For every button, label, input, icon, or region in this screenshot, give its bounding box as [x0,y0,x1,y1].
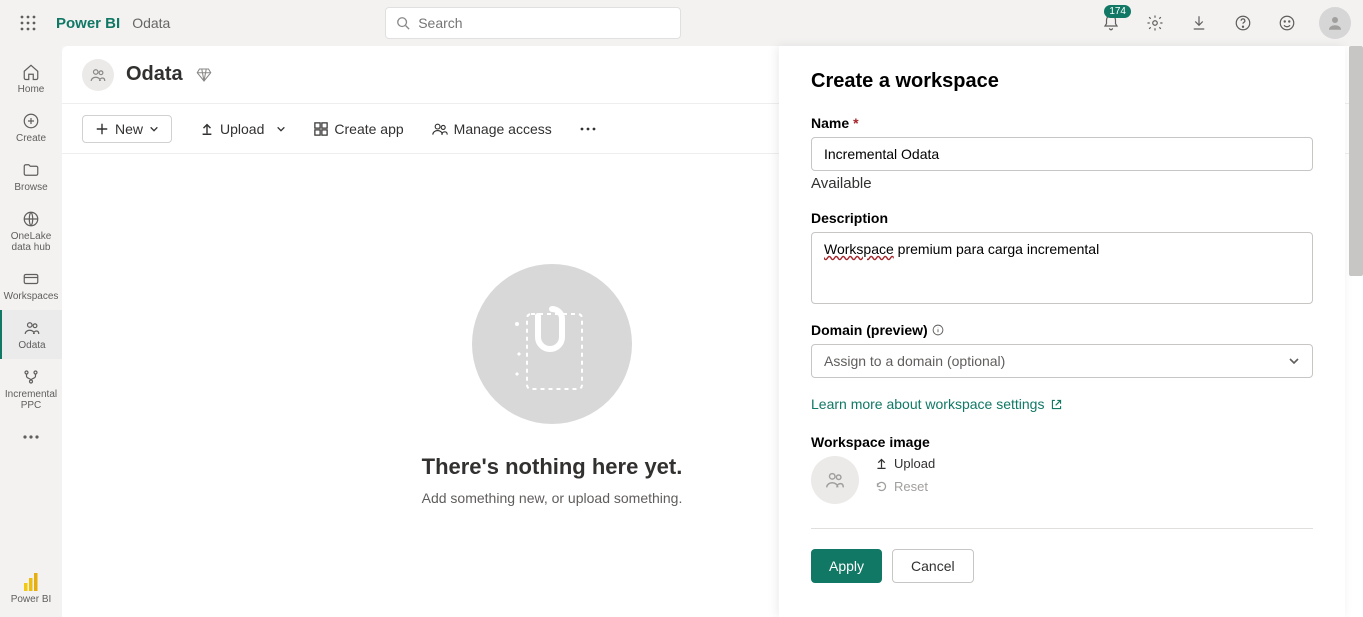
select-value: Assign to a domain (optional) [824,353,1005,369]
top-bar: Power BI Odata 174 [0,0,1363,46]
button-label: Upload [220,121,264,137]
rail-odata[interactable]: Odata [0,310,62,359]
name-input[interactable] [811,137,1313,171]
search-box[interactable] [385,7,681,39]
workspace-title: Odata [126,63,183,86]
plus-icon [95,122,109,136]
feedback-icon[interactable] [1275,11,1299,35]
rail-incremental-ppc[interactable]: Incremental PPC [0,359,62,419]
top-right-actions: 174 [1099,7,1351,39]
rail-browse[interactable]: Browse [0,152,62,201]
settings-icon[interactable] [1143,11,1167,35]
premium-diamond-icon [195,66,213,84]
powerbi-icon [21,572,41,592]
create-app-button[interactable]: Create app [314,121,403,137]
workspace-image-label: Workspace image [811,434,1313,450]
info-icon [932,324,944,336]
external-link-icon [1050,398,1063,411]
rail-workspaces[interactable]: Workspaces [0,261,62,310]
divider [811,528,1313,529]
brand-label[interactable]: Power BI [56,15,120,32]
onelake-icon [21,209,41,229]
scrollbar[interactable] [1349,46,1363,276]
workspace-image-row: Upload Reset [811,456,1313,504]
chevron-down-icon [149,124,159,134]
branch-icon [21,367,41,387]
new-button[interactable]: New [82,115,172,143]
search-input[interactable] [418,15,670,31]
button-label: Create app [334,121,403,137]
more-button[interactable] [580,127,596,131]
name-label: Name* [811,115,1313,131]
reset-icon [875,480,888,493]
learn-more-link[interactable]: Learn more about workspace settings [811,396,1313,412]
rail-label: Create [16,133,46,144]
chevron-down-icon [276,124,286,134]
avatar[interactable] [1319,7,1351,39]
app-launcher-icon[interactable] [12,7,44,39]
left-nav-rail: Home Create Browse OneLake data hub Work… [0,46,62,617]
manage-access-button[interactable]: Manage access [432,121,552,137]
empty-title: There's nothing here yet. [422,454,683,480]
browse-icon [21,160,41,180]
empty-state: There's nothing here yet. Add something … [242,154,862,506]
workspaces-icon [21,269,41,289]
panel-title: Create a workspace [811,70,1313,93]
breadcrumb-sub[interactable]: Odata [132,15,170,31]
domain-select[interactable]: Assign to a domain (optional) [811,344,1313,378]
create-workspace-panel: Create a workspace Name* Available Descr… [779,46,1345,617]
rail-more[interactable] [0,419,62,455]
search-icon [396,16,410,30]
rail-label: Browse [14,182,47,193]
rail-label: Incremental PPC [0,389,62,411]
empty-subtitle: Add something new, or upload something. [422,490,683,506]
notification-icon[interactable]: 174 [1099,11,1123,35]
button-label: Manage access [454,121,552,137]
create-icon [21,111,41,131]
workspace-image-placeholder-icon [811,456,859,504]
description-label: Description [811,210,1313,226]
upload-icon [875,457,888,470]
panel-actions: Apply Cancel [811,549,1313,583]
button-label: New [115,121,143,137]
people-icon [432,122,448,136]
domain-label: Domain (preview) [811,322,1313,338]
upload-button[interactable]: Upload [200,121,286,137]
rail-label: Power BI [11,594,52,605]
ellipsis-icon [580,127,596,131]
rail-home[interactable]: Home [0,54,62,103]
chevron-down-icon [1288,355,1300,367]
rail-powerbi[interactable]: Power BI [0,564,62,617]
upload-icon [200,122,214,136]
rail-label: Workspaces [4,291,59,302]
app-icon [314,122,328,136]
apply-button[interactable]: Apply [811,549,882,583]
workspace-image-upload[interactable]: Upload [875,456,935,471]
workspace-image-reset: Reset [875,479,935,494]
empty-illustration [472,264,632,424]
rail-label: OneLake data hub [0,231,62,253]
notification-badge: 174 [1104,5,1131,18]
cancel-button[interactable]: Cancel [892,549,974,583]
ellipsis-icon [21,427,41,447]
help-icon[interactable] [1231,11,1255,35]
name-status: Available [811,175,1313,192]
home-icon [21,62,41,82]
download-icon[interactable] [1187,11,1211,35]
rail-create[interactable]: Create [0,103,62,152]
description-input[interactable]: Workspace premium para carga incremental [811,232,1313,304]
rail-label: Home [18,84,45,95]
rail-onelake[interactable]: OneLake data hub [0,201,62,261]
workspace-avatar-icon [82,59,114,91]
people-icon [22,318,42,338]
rail-label: Odata [18,340,45,351]
